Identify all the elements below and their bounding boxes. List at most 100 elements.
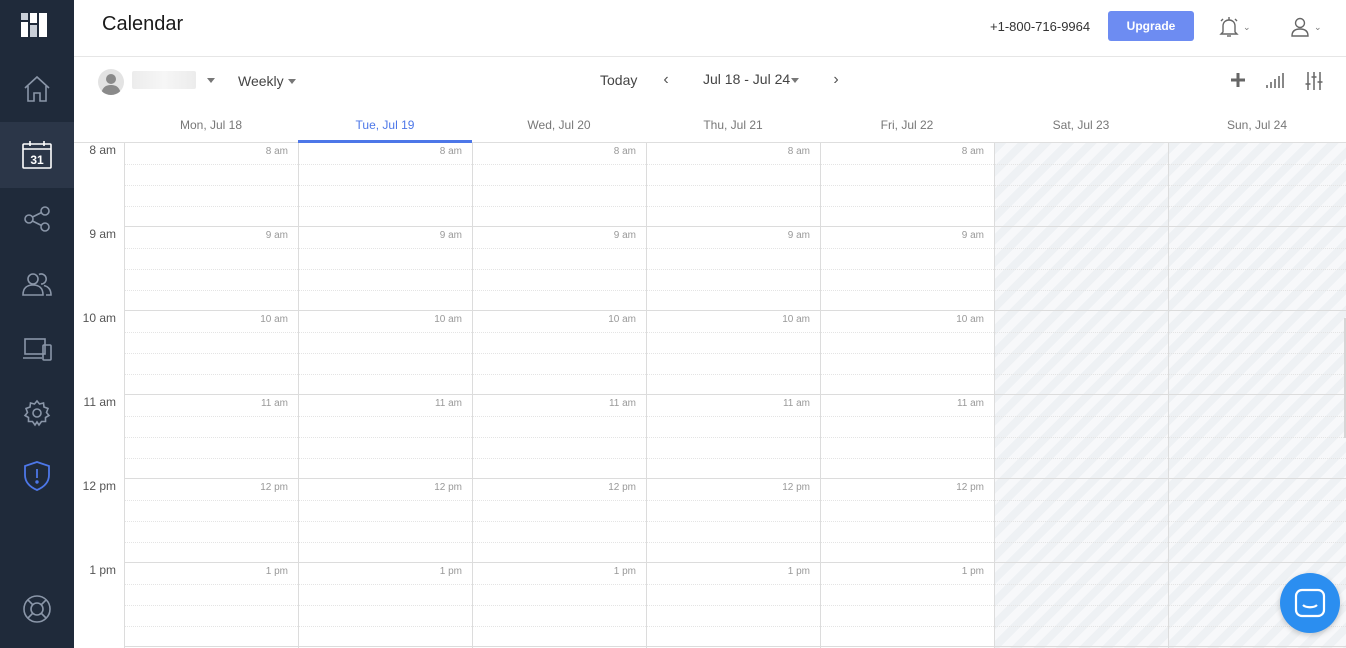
chat-launcher-button[interactable]: [1280, 573, 1340, 633]
time-slot[interactable]: 8 am: [125, 143, 298, 227]
quarter-hour-line: [299, 248, 472, 249]
calendar-icon-label: 31: [30, 153, 44, 167]
time-slot[interactable]: 8 am: [821, 143, 994, 227]
quarter-hour-line: [125, 500, 298, 501]
time-slot[interactable]: 10 am: [647, 311, 820, 395]
day-header[interactable]: Sun, Jul 24: [1168, 107, 1346, 143]
sidebar-item-devices[interactable]: [0, 317, 74, 383]
user-dropdown-caret-icon[interactable]: [207, 78, 215, 83]
app-logo[interactable]: [21, 13, 47, 37]
notifications-menu[interactable]: ⌄: [1219, 15, 1251, 39]
time-slot[interactable]: [995, 395, 1168, 479]
time-slot[interactable]: [995, 563, 1168, 647]
sidebar-item-users[interactable]: [0, 251, 74, 317]
time-slot[interactable]: [995, 227, 1168, 311]
day-header[interactable]: Fri, Jul 22: [820, 107, 994, 143]
time-slot[interactable]: 10 am: [473, 311, 646, 395]
time-slot[interactable]: 8 am: [473, 143, 646, 227]
quarter-hour-line: [1169, 542, 1346, 543]
sidebar-item-settings[interactable]: [0, 380, 74, 446]
day-column: [1168, 143, 1346, 648]
time-slot[interactable]: [1169, 143, 1346, 227]
time-slot[interactable]: 9 am: [647, 227, 820, 311]
quarter-hour-line: [473, 521, 646, 522]
user-name-redacted[interactable]: [132, 71, 196, 89]
time-slot[interactable]: [995, 479, 1168, 563]
today-button[interactable]: Today: [600, 72, 637, 88]
time-slot[interactable]: 12 pm: [299, 479, 472, 563]
sidebar-item-help[interactable]: [0, 576, 74, 642]
day-header-active[interactable]: Tue, Jul 19: [298, 107, 472, 143]
stats-button[interactable]: [1265, 71, 1285, 94]
sidebar: 31: [0, 0, 74, 648]
time-slot[interactable]: 11 am: [821, 395, 994, 479]
time-slot[interactable]: 12 pm: [647, 479, 820, 563]
quarter-hour-line: [299, 353, 472, 354]
next-week-button[interactable]: ›: [828, 71, 844, 89]
time-slot[interactable]: [995, 143, 1168, 227]
day-header[interactable]: Wed, Jul 20: [472, 107, 646, 143]
time-slot[interactable]: 12 pm: [821, 479, 994, 563]
sidebar-item-home[interactable]: [0, 56, 74, 122]
quarter-hour-line: [125, 353, 298, 354]
time-slot[interactable]: 12 pm: [473, 479, 646, 563]
add-event-button[interactable]: [1229, 71, 1247, 94]
sidebar-item-security[interactable]: [0, 443, 74, 509]
quarter-hour-line: [647, 437, 820, 438]
day-header[interactable]: Mon, Jul 18: [124, 107, 298, 143]
date-range-select[interactable]: Jul 18 - Jul 24: [703, 71, 790, 87]
time-slot[interactable]: 9 am: [821, 227, 994, 311]
account-menu[interactable]: ⌄: [1290, 15, 1322, 39]
time-slot[interactable]: 1 pm: [299, 563, 472, 647]
filter-settings-button[interactable]: [1304, 71, 1324, 96]
devices-icon: [23, 338, 52, 361]
quarter-hour-line: [821, 374, 994, 375]
time-slot[interactable]: 10 am: [125, 311, 298, 395]
sidebar-item-calendar[interactable]: 31: [0, 122, 74, 188]
time-slot[interactable]: [1169, 479, 1346, 563]
quarter-hour-line: [647, 269, 820, 270]
time-slot[interactable]: 8 am: [299, 143, 472, 227]
time-slot[interactable]: [1169, 311, 1346, 395]
quarter-hour-line: [473, 332, 646, 333]
previous-week-button[interactable]: ‹: [658, 71, 674, 89]
time-slot[interactable]: 11 am: [299, 395, 472, 479]
slot-time-label: 12 pm: [782, 482, 810, 493]
slot-time-label: 9 am: [961, 230, 984, 241]
sidebar-item-share[interactable]: [0, 186, 74, 252]
quarter-hour-line: [995, 248, 1168, 249]
time-slot[interactable]: [1169, 227, 1346, 311]
quarter-hour-line: [821, 500, 994, 501]
slot-time-label: 11 am: [956, 398, 984, 409]
view-select[interactable]: Weekly: [238, 73, 284, 89]
time-slot[interactable]: [1169, 395, 1346, 479]
home-icon: [24, 75, 50, 102]
time-slot[interactable]: 1 pm: [125, 563, 298, 647]
time-slot[interactable]: [995, 311, 1168, 395]
time-slot[interactable]: 11 am: [473, 395, 646, 479]
upgrade-button[interactable]: Upgrade: [1108, 11, 1194, 41]
time-slot[interactable]: 1 pm: [821, 563, 994, 647]
time-slot[interactable]: 9 am: [473, 227, 646, 311]
users-icon: [22, 273, 52, 296]
quarter-hour-line: [821, 164, 994, 165]
time-slot[interactable]: 12 pm: [125, 479, 298, 563]
avatar[interactable]: [98, 69, 124, 95]
time-slot[interactable]: 11 am: [125, 395, 298, 479]
time-slot[interactable]: 1 pm: [647, 563, 820, 647]
time-slot[interactable]: 8 am: [647, 143, 820, 227]
range-dropdown-caret-icon[interactable]: [791, 78, 799, 83]
hour-label: 9 am: [89, 227, 116, 241]
quarter-hour-line: [647, 458, 820, 459]
view-dropdown-caret-icon[interactable]: [288, 79, 296, 84]
time-slot[interactable]: 10 am: [299, 311, 472, 395]
time-slot[interactable]: 11 am: [647, 395, 820, 479]
time-slot[interactable]: 9 am: [299, 227, 472, 311]
quarter-hour-line: [125, 206, 298, 207]
day-header[interactable]: Thu, Jul 21: [646, 107, 820, 143]
quarter-hour-line: [647, 416, 820, 417]
day-header[interactable]: Sat, Jul 23: [994, 107, 1168, 143]
time-slot[interactable]: 1 pm: [473, 563, 646, 647]
time-slot[interactable]: 10 am: [821, 311, 994, 395]
time-slot[interactable]: 9 am: [125, 227, 298, 311]
